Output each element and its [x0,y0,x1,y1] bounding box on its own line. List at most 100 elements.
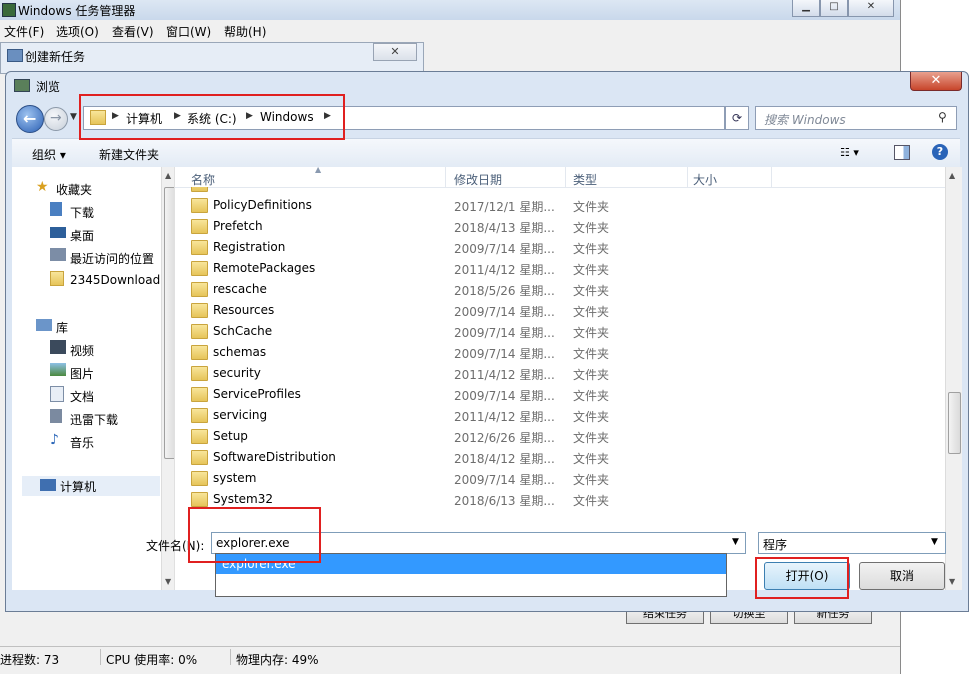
scroll-down-icon[interactable]: ▼ [949,577,955,586]
create-task-dialog: 创建新任务 ✕ [0,42,424,74]
file-row[interactable]: security 2011/4/12 星期... 文件夹 [175,363,945,384]
file-type: 文件夹 [573,284,610,298]
file-name: Resources [213,303,275,317]
file-name: schemas [213,345,267,359]
process-count: 进程数: 73 [0,653,60,667]
file-type: 文件夹 [573,431,610,445]
scroll-up-icon[interactable]: ▲ [165,171,171,180]
file-row[interactable]: SchCache 2009/7/14 星期... 文件夹 [175,321,945,342]
highlight-filename [188,507,321,563]
recent-places-icon [50,248,66,261]
file-row[interactable]: Prefetch 2018/4/13 星期... 文件夹 [175,216,945,237]
menu-view[interactable]: 查看(V) [112,23,154,40]
scroll-down-icon[interactable]: ▼ [165,577,171,586]
refresh-button[interactable]: ⟳ [725,106,749,130]
right-scrollbar[interactable]: ▲ ▼ [945,167,962,590]
column-size[interactable]: 大小 [693,171,717,188]
right-scrollbar-thumb[interactable] [948,392,961,454]
close-button[interactable]: ✕ [848,0,894,17]
chevron-down-icon[interactable]: ▼ [732,537,739,547]
cancel-button[interactable]: 取消 [859,562,945,590]
folder-icon [191,303,208,318]
minimize-button[interactable]: ▁ [792,0,820,17]
filetype-value: 程序 [763,538,788,552]
folder-icon [191,387,208,402]
file-type: 文件夹 [573,347,610,361]
task-manager-title: Windows 任务管理器 [18,4,136,18]
column-type[interactable]: 类型 [573,171,597,188]
file-date: 2011/4/12 星期... [454,410,555,424]
download-icon [50,202,62,216]
menu-help[interactable]: 帮助(H) [224,23,266,40]
file-date: 2018/6/13 星期... [454,494,555,508]
folder-icon [191,471,208,486]
organize-button[interactable]: 组织 ▾ [32,146,66,163]
new-folder-button[interactable]: 新建文件夹 [99,146,159,163]
file-name: Registration [213,240,286,254]
help-icon[interactable]: ? [932,144,948,160]
video-icon [50,340,66,354]
file-date: 2009/7/14 星期... [454,389,555,403]
file-row[interactable]: ServiceProfiles 2009/7/14 星期... 文件夹 [175,384,945,405]
highlight-address-bar [79,94,345,140]
desktop-icon [50,227,66,238]
computer-icon [40,479,56,491]
file-row-partial[interactable] [175,187,945,195]
file-type: 文件夹 [573,452,610,466]
search-icon[interactable]: ⚲ [938,110,947,124]
file-date: 2009/7/14 星期... [454,242,555,256]
folder-icon [191,429,208,444]
menu-options[interactable]: 选项(O) [56,23,99,40]
file-date: 2009/7/14 星期... [454,305,555,319]
file-row[interactable]: RemotePackages 2011/4/12 星期... 文件夹 [175,258,945,279]
browse-close-button[interactable]: ✕ [910,72,962,91]
search-box[interactable]: 搜索 Windows ⚲ [755,106,957,130]
preview-pane-icon[interactable] [894,145,910,160]
file-type: 文件夹 [573,200,610,214]
create-task-close-button[interactable]: ✕ [373,43,417,61]
file-name: SoftwareDistribution [213,450,336,464]
scroll-up-icon[interactable]: ▲ [949,171,955,180]
maximize-button[interactable]: □ [820,0,848,17]
file-row[interactable]: servicing 2011/4/12 星期... 文件夹 [175,405,945,426]
file-row[interactable]: Resources 2009/7/14 星期... 文件夹 [175,300,945,321]
file-row[interactable]: system 2009/7/14 星期... 文件夹 [175,468,945,489]
file-name: SchCache [213,324,273,338]
browse-dialog: 浏览 ✕ ← → ▼ ▶ 计算机 ▶ 系统 (C:) ▶ Windows ▶ ▼… [5,71,969,612]
file-row[interactable]: schemas 2009/7/14 星期... 文件夹 [175,342,945,363]
cpu-usage: CPU 使用率: 0% [106,653,198,667]
task-manager-statusbar: 进程数: 73 CPU 使用率: 0% 物理内存: 49% [0,646,900,669]
column-divider[interactable] [771,167,772,187]
folder-icon [191,492,208,507]
back-button[interactable]: ← [16,105,44,133]
recent-locations-dropdown[interactable]: ▼ [70,112,77,122]
file-row[interactable]: rescache 2018/5/26 星期... 文件夹 [175,279,945,300]
file-row[interactable]: PolicyDefinitions 2017/12/1 星期... 文件夹 [175,195,945,216]
column-divider[interactable] [687,167,688,187]
folder-icon [50,271,64,286]
file-type: 文件夹 [573,410,610,424]
menu-file[interactable]: 文件(F) [4,23,44,40]
file-date: 2011/4/12 星期... [454,368,555,382]
file-row[interactable]: Setup 2012/6/26 星期... 文件夹 [175,426,945,447]
chevron-down-icon[interactable]: ▼ [931,537,938,547]
menu-window[interactable]: 窗口(W) [166,23,211,40]
column-divider[interactable] [565,167,566,187]
file-name: security [213,366,261,380]
file-row[interactable]: SoftwareDistribution 2018/4/12 星期... 文件夹 [175,447,945,468]
file-date: 2018/5/26 星期... [454,284,555,298]
folder-icon [191,282,208,297]
view-options-icon[interactable]: ☷ ▾ [840,146,859,159]
filetype-select[interactable]: 程序 ▼ [758,532,946,554]
nav-computer[interactable]: 计算机 [22,476,160,496]
file-name: ServiceProfiles [213,387,301,401]
column-date[interactable]: 修改日期 [454,171,502,188]
column-divider[interactable] [445,167,446,187]
forward-button[interactable]: → [44,107,68,131]
file-name: Prefetch [213,219,263,233]
column-name[interactable]: 名称 [191,171,215,188]
file-date: 2017/12/1 星期... [454,200,555,214]
column-header: 名称 ▲ 修改日期 类型 大小 [175,165,945,188]
file-name: System32 [213,492,274,506]
file-row[interactable]: Registration 2009/7/14 星期... 文件夹 [175,237,945,258]
